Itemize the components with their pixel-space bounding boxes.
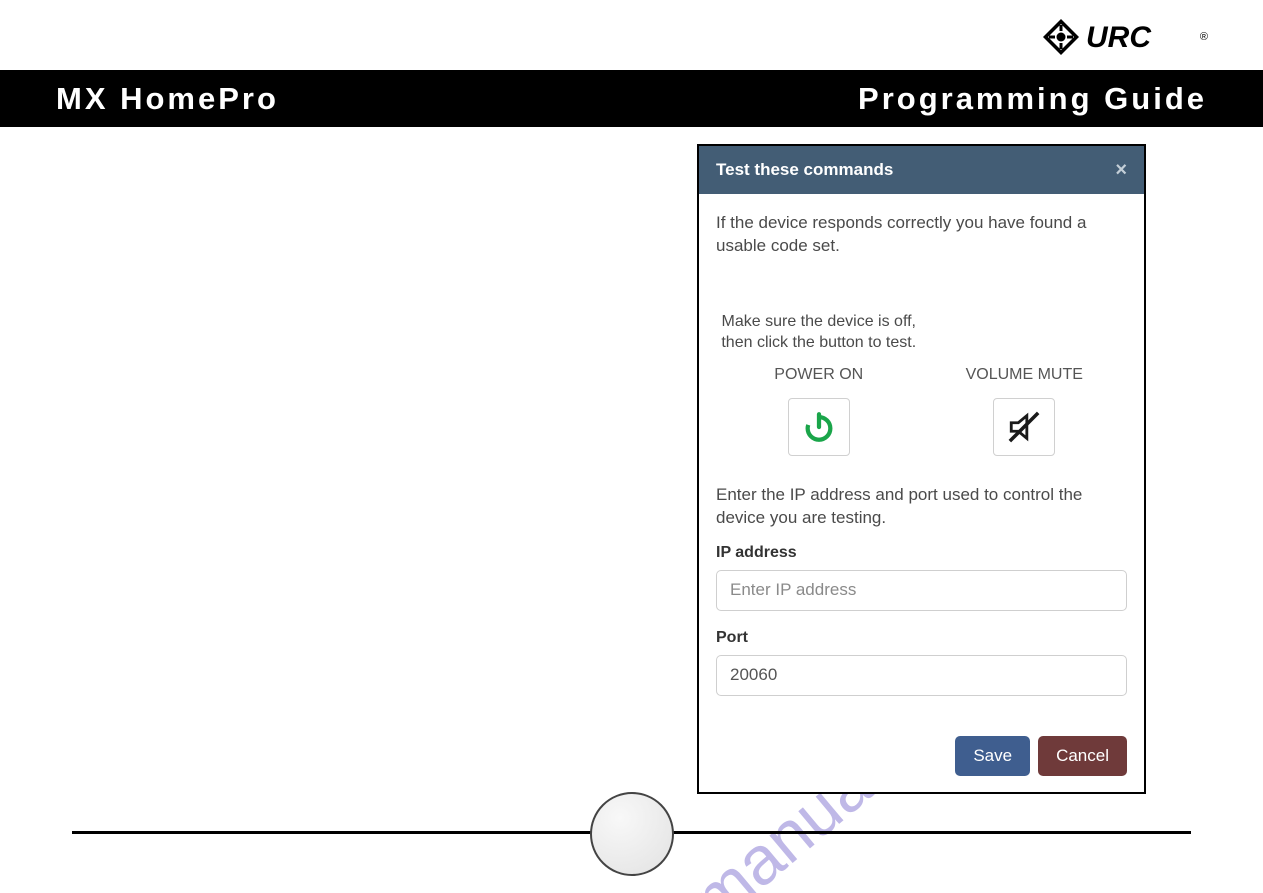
ip-prompt-text: Enter the IP address and port used to co…	[716, 484, 1127, 530]
volume-mute-label: VOLUME MUTE	[922, 366, 1128, 384]
port-input[interactable]	[716, 655, 1127, 696]
power-on-button[interactable]	[788, 398, 850, 456]
port-label: Port	[716, 629, 1127, 647]
dialog-footer: Save Cancel	[699, 714, 1144, 792]
volume-mute-button[interactable]	[993, 398, 1055, 456]
page-number-circle	[590, 792, 674, 876]
power-on-column: Make sure the device is off, then click …	[716, 288, 922, 456]
ip-address-input[interactable]	[716, 570, 1127, 611]
cancel-button[interactable]: Cancel	[1038, 736, 1127, 776]
volume-mute-column: VOLUME MUTE	[922, 288, 1128, 456]
power-hint-text-span: Make sure the device is off, then click …	[716, 311, 922, 354]
dialog-header: Test these commands ×	[699, 146, 1144, 194]
save-button[interactable]: Save	[955, 736, 1030, 776]
power-on-label: POWER ON	[716, 366, 922, 384]
mute-icon	[1007, 410, 1041, 444]
dialog-title: Test these commands	[716, 160, 893, 180]
test-commands-dialog: Test these commands × If the device resp…	[697, 144, 1146, 794]
power-hint-text: Make sure the device is off, then click …	[716, 288, 922, 354]
dialog-body: If the device responds correctly you hav…	[699, 194, 1144, 714]
power-icon	[802, 410, 836, 444]
command-row: Make sure the device is off, then click …	[716, 288, 1127, 456]
mute-hint-spacer	[922, 288, 1128, 354]
ip-address-label: IP address	[716, 544, 1127, 562]
close-icon[interactable]: ×	[1115, 160, 1127, 180]
dialog-intro-text: If the device responds correctly you hav…	[716, 212, 1127, 258]
